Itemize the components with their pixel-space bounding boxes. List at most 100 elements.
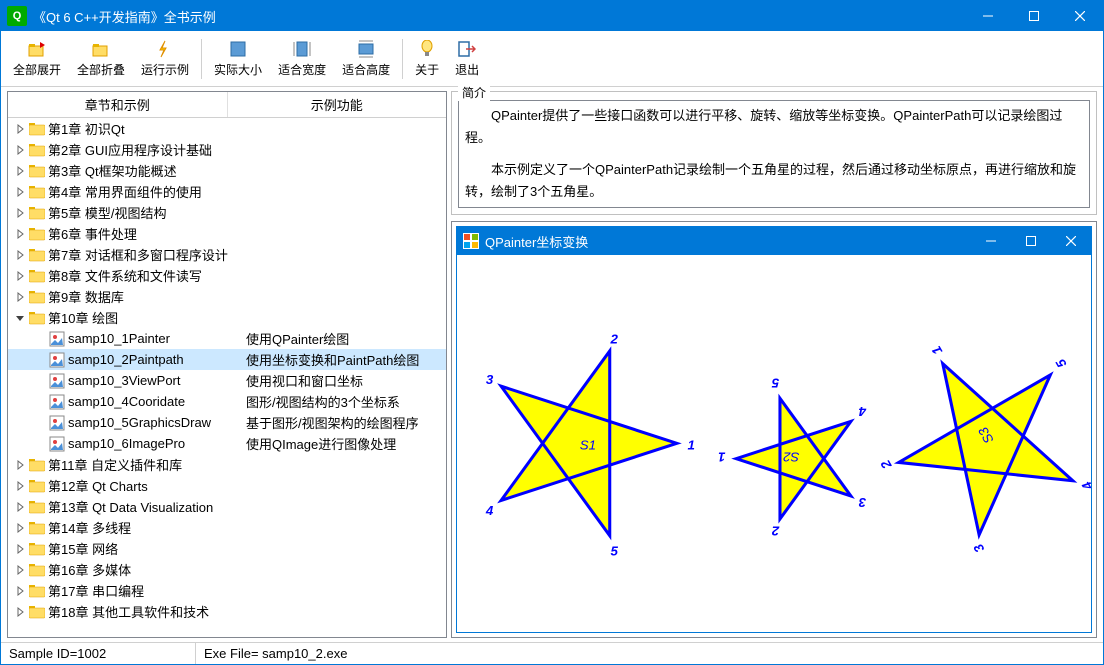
maximize-button[interactable]: [1011, 1, 1057, 31]
tree-chapter-row[interactable]: 第9章 数据库: [8, 286, 446, 307]
minimize-button[interactable]: [965, 1, 1011, 31]
tree-chapter-row[interactable]: 第8章 文件系统和文件读写: [8, 265, 446, 286]
tree-expander-icon[interactable]: [12, 187, 28, 197]
tree-expander-icon[interactable]: [12, 523, 28, 533]
svg-text:2: 2: [609, 332, 618, 347]
tree-chapter-row[interactable]: 第14章 多线程: [8, 517, 446, 538]
about-icon: [417, 39, 437, 59]
tree-chapter-row[interactable]: 第3章 Qt框架功能概述: [8, 160, 446, 181]
intro-paragraph: QPainter提供了一些接口函数可以进行平移、旋转、缩放等坐标变换。QPain…: [465, 105, 1083, 149]
tree-header-col2[interactable]: 示例功能: [228, 92, 447, 117]
fit-width-button[interactable]: 适合宽度: [270, 33, 334, 85]
tree-chapter-row[interactable]: 第1章 初识Qt: [8, 118, 446, 139]
preview-minimize-button[interactable]: [971, 227, 1011, 255]
folder-icon: [28, 562, 46, 578]
tree-expander-icon[interactable]: [12, 208, 28, 218]
svg-text:1: 1: [718, 450, 725, 465]
tree-chapter-label: 第16章 多媒体: [48, 560, 246, 579]
chapters-tree[interactable]: 第1章 初识Qt第2章 GUI应用程序设计基础第3章 Qt框架功能概述第4章 常…: [8, 118, 446, 637]
svg-text:S2: S2: [783, 450, 800, 465]
preview-window: QPainter坐标变换 12345S112345S212345S3: [456, 226, 1092, 633]
actual-size-button[interactable]: 实际大小: [206, 33, 270, 85]
tree-chapter-row[interactable]: 第7章 对话框和多窗口程序设计: [8, 244, 446, 265]
tree-expander-icon[interactable]: [12, 460, 28, 470]
tree-chapter-row[interactable]: 第12章 Qt Charts: [8, 475, 446, 496]
tree-chapter-row[interactable]: 第15章 网络: [8, 538, 446, 559]
tree-expander-icon[interactable]: [12, 292, 28, 302]
tree-chapter-row[interactable]: 第4章 常用界面组件的使用: [8, 181, 446, 202]
intro-legend: 简介: [458, 84, 490, 101]
tree-sample-row[interactable]: samp10_1Painter使用QPainter绘图: [8, 328, 446, 349]
folder-icon: [28, 520, 46, 536]
tree-chapter-row[interactable]: 第2章 GUI应用程序设计基础: [8, 139, 446, 160]
folder-icon: [28, 205, 46, 221]
app-icon: Q: [7, 6, 27, 26]
preview-window-title: QPainter坐标变换: [485, 232, 971, 251]
run-icon: [155, 39, 175, 59]
tree-chapter-row[interactable]: 第18章 其他工具软件和技术: [8, 601, 446, 622]
folder-icon: [28, 226, 46, 242]
folder-icon: [28, 541, 46, 557]
svg-text:4: 4: [485, 503, 494, 518]
tree-expander-icon[interactable]: [12, 229, 28, 239]
tree-chapter-row[interactable]: 第16章 多媒体: [8, 559, 446, 580]
preview-close-button[interactable]: [1051, 227, 1091, 255]
preview-titlebar: QPainter坐标变换: [457, 227, 1091, 255]
tree-expander-icon[interactable]: [12, 250, 28, 260]
tree-sample-row[interactable]: samp10_4Cooridate图形/视图结构的3个坐标系: [8, 391, 446, 412]
svg-text:3: 3: [486, 372, 494, 387]
folder-icon: [28, 247, 46, 263]
expand-all-icon: [27, 39, 47, 59]
tree-expander-icon[interactable]: [12, 145, 28, 155]
tree-header-col1[interactable]: 章节和示例: [8, 92, 228, 117]
intro-paragraph: 本示例定义了一个QPainterPath记录绘制一个五角星的过程，然后通过移动坐…: [465, 159, 1083, 203]
status-sample-id: Sample ID=1002: [1, 643, 196, 664]
toolbar-separator: [402, 39, 403, 79]
folder-icon: [28, 583, 46, 599]
tree-sample-row[interactable]: samp10_2Paintpath使用坐标变换和PaintPath绘图: [8, 349, 446, 370]
tree-header: 章节和示例 示例功能: [8, 92, 446, 118]
collapse-all-button[interactable]: 全部折叠: [69, 33, 133, 85]
folder-icon: [28, 310, 46, 326]
tree-sample-row[interactable]: samp10_3ViewPort使用视口和窗口坐标: [8, 370, 446, 391]
tree-expander-icon[interactable]: [12, 544, 28, 554]
exit-button[interactable]: 退出: [447, 33, 487, 85]
tree-chapter-label: 第5章 模型/视图结构: [48, 203, 246, 222]
folder-icon: [28, 457, 46, 473]
folder-icon: [28, 268, 46, 284]
tree-chapter-label: 第3章 Qt框架功能概述: [48, 161, 246, 180]
close-button[interactable]: [1057, 1, 1103, 31]
tree-expander-icon[interactable]: [12, 607, 28, 617]
tree-chapter-label: 第1章 初识Qt: [48, 119, 246, 138]
about-button[interactable]: 关于: [407, 33, 447, 85]
tree-chapter-row[interactable]: 第13章 Qt Data Visualization: [8, 496, 446, 517]
preview-maximize-button[interactable]: [1011, 227, 1051, 255]
tree-expander-icon[interactable]: [12, 124, 28, 134]
tree-expander-icon[interactable]: [12, 565, 28, 575]
tree-sample-row[interactable]: samp10_6ImagePro使用QImage进行图像处理: [8, 433, 446, 454]
folder-icon: [28, 289, 46, 305]
tree-chapter-row[interactable]: 第6章 事件处理: [8, 223, 446, 244]
tree-chapter-row[interactable]: 第11章 自定义插件和库: [8, 454, 446, 475]
expand-all-button[interactable]: 全部展开: [5, 33, 69, 85]
tree-expander-icon[interactable]: [12, 166, 28, 176]
tree-chapter-label: 第12章 Qt Charts: [48, 476, 246, 495]
tree-expander-icon[interactable]: [12, 586, 28, 596]
status-exe-file: Exe File= samp10_2.exe: [196, 643, 1103, 664]
tree-chapter-row[interactable]: 第17章 串口编程: [8, 580, 446, 601]
svg-text:1: 1: [929, 344, 946, 358]
svg-text:5: 5: [771, 376, 779, 391]
tree-expander-icon[interactable]: [12, 313, 28, 323]
tree-expander-icon[interactable]: [12, 502, 28, 512]
tree-chapter-row[interactable]: 第5章 模型/视图结构: [8, 202, 446, 223]
tree-chapter-row[interactable]: 第10章 绘图: [8, 307, 446, 328]
run-sample-button[interactable]: 运行示例: [133, 33, 197, 85]
expand-all-label: 全部展开: [13, 61, 61, 78]
exit-label: 退出: [455, 61, 479, 78]
fit-height-button[interactable]: 适合高度: [334, 33, 398, 85]
svg-text:3: 3: [970, 541, 987, 555]
tree-sample-row[interactable]: samp10_5GraphicsDraw基于图形/视图架构的绘图程序: [8, 412, 446, 433]
tree-sample-label: samp10_6ImagePro: [68, 436, 246, 451]
tree-expander-icon[interactable]: [12, 271, 28, 281]
tree-expander-icon[interactable]: [12, 481, 28, 491]
